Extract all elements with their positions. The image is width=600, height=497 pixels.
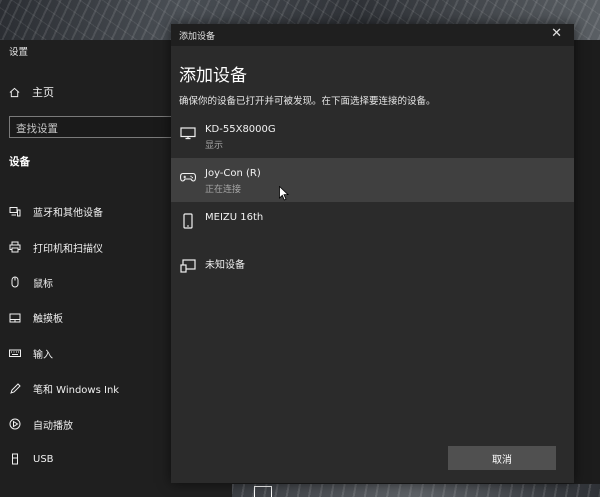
device-name: 未知设备 — [205, 260, 245, 271]
home-icon — [9, 87, 20, 97]
dialog-titlebar[interactable]: 添加设备 ✕ — [171, 24, 574, 46]
gamepad-icon — [180, 172, 196, 182]
device-item-selected[interactable]: Joy-Con (R) 正在连接 — [171, 158, 574, 202]
sidebar-item-autoplay[interactable]: 自动播放 — [9, 406, 119, 441]
sidebar-item-label: 蓝牙和其他设备 — [33, 208, 103, 220]
phone-icon — [183, 213, 193, 229]
device-item[interactable]: KD-55X8000G 显示 — [171, 114, 574, 158]
dialog-heading: 添加设备 — [179, 66, 247, 86]
device-name: Joy-Con (R) — [205, 168, 261, 179]
sidebar-item-printers[interactable]: 打印机和扫描仪 — [9, 229, 119, 264]
device-status: 正在连接 — [205, 185, 242, 195]
keyboard-icon — [9, 349, 21, 358]
autoplay-icon — [9, 418, 21, 430]
unknown-device-icon — [180, 259, 196, 273]
bluetooth-devices-icon — [9, 206, 21, 217]
dialog-description: 确保你的设备已打开并可被发现。在下面选择要连接的设备。 — [179, 96, 436, 107]
monitor-icon — [180, 127, 196, 140]
home-label: 主页 — [32, 86, 54, 99]
search-box[interactable] — [9, 116, 189, 139]
desktop-background-bottom — [232, 484, 600, 497]
sidebar-item-label: 笔和 Windows Ink — [33, 385, 120, 397]
monitor-icon — [254, 486, 272, 497]
mouse-cursor-icon — [279, 186, 289, 201]
sidebar-item-typing[interactable]: 输入 — [9, 336, 119, 371]
sidebar-item-label: 触摸板 — [33, 314, 63, 326]
sidebar-item-label: 自动播放 — [33, 420, 73, 432]
section-heading: 设备 — [9, 156, 30, 168]
dialog-title: 添加设备 — [179, 32, 216, 42]
device-item[interactable]: 未知设备 — [171, 246, 574, 290]
sidebar-item-usb[interactable]: USB — [9, 442, 119, 477]
add-device-dialog: 添加设备 ✕ 添加设备 确保你的设备已打开并可被发现。在下面选择要连接的设备。 … — [171, 24, 574, 483]
sidebar-item-label: 打印机和扫描仪 — [33, 243, 103, 255]
cancel-button[interactable]: 取消 — [448, 446, 556, 470]
sidebar-item-label: 输入 — [33, 349, 53, 361]
nav-list: 蓝牙和其他设备 打印机和扫描仪 鼠标 触摸板 输入 笔和 Windows Ink… — [9, 194, 119, 477]
device-status: 显示 — [205, 141, 224, 151]
sidebar-item-pen[interactable]: 笔和 Windows Ink — [9, 371, 119, 406]
sidebar-item-label: 鼠标 — [33, 278, 53, 290]
device-item[interactable]: MEIZU 16th — [171, 202, 574, 246]
device-name: MEIZU 16th — [205, 212, 264, 223]
touchpad-icon — [9, 313, 21, 323]
sidebar-item-touchpad[interactable]: 触摸板 — [9, 300, 119, 335]
device-name: KD-55X8000G — [205, 124, 276, 135]
usb-icon — [12, 453, 18, 465]
window-title: 设置 — [9, 47, 29, 58]
pen-icon — [10, 382, 21, 394]
sidebar-item-mouse[interactable]: 鼠标 — [9, 265, 119, 300]
home-nav-item[interactable]: 主页 — [9, 84, 54, 100]
device-list: KD-55X8000G 显示 Joy-Con (R) 正在连接 MEIZU 16… — [171, 114, 574, 290]
printer-icon — [9, 241, 21, 253]
sidebar-item-label: USB — [33, 453, 54, 465]
mouse-icon — [11, 276, 19, 288]
close-icon[interactable]: ✕ — [551, 26, 562, 41]
sidebar-item-bluetooth[interactable]: 蓝牙和其他设备 — [9, 194, 119, 229]
search-input[interactable] — [10, 119, 188, 139]
